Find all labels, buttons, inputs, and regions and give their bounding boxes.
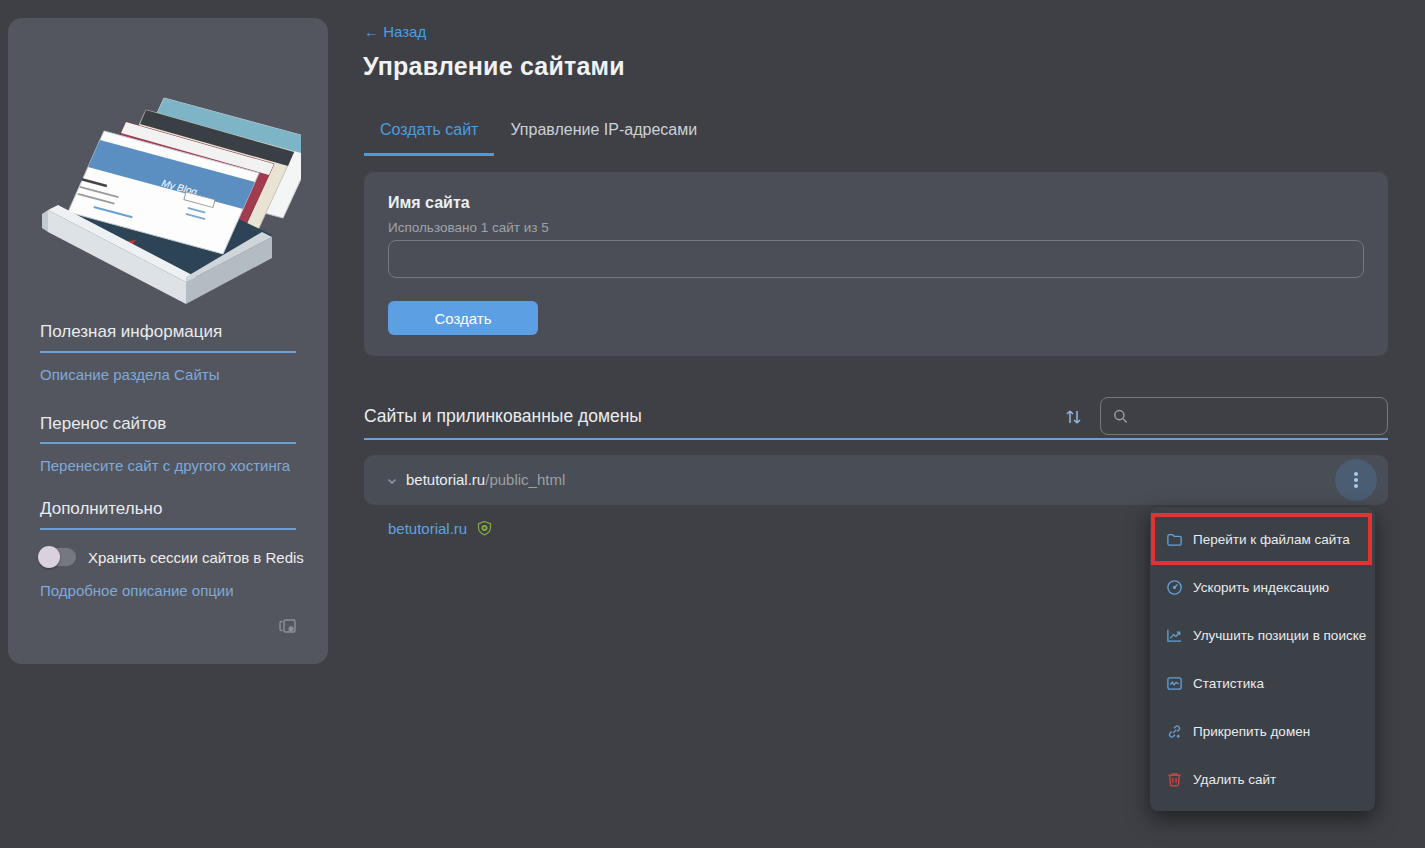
menu-item-attach-domain[interactable]: Прикрепить домен [1150, 707, 1375, 755]
divider [364, 438, 1388, 440]
search-input[interactable] [1136, 408, 1375, 425]
search-box[interactable] [1100, 397, 1388, 435]
site-actions-button[interactable] [1335, 459, 1377, 501]
linked-domain-row: betutorial.ru [388, 520, 493, 537]
link-plus-icon [1166, 723, 1183, 740]
sidebar-info-heading: Полезная информация [40, 322, 296, 342]
menu-item-delete-site[interactable]: Удалить сайт [1150, 755, 1375, 803]
ssl-shield-icon[interactable] [476, 520, 493, 537]
folder-icon [1166, 531, 1183, 548]
sort-icon[interactable] [1062, 405, 1086, 429]
chart-up-icon [1166, 627, 1183, 644]
redis-toggle[interactable] [40, 548, 76, 566]
search-icon [1113, 408, 1128, 425]
sidebar-extra-heading: Дополнительно [40, 499, 296, 519]
chevron-down-icon[interactable] [386, 473, 398, 491]
sidebar-info-link[interactable]: Описание раздела Сайты [40, 366, 219, 383]
create-button[interactable]: Создать [388, 301, 538, 335]
site-row[interactable]: betutorial.ru/public_html [364, 455, 1388, 505]
back-link[interactable]: ← Назад [364, 23, 426, 40]
domain-link[interactable]: betutorial.ru [388, 520, 467, 537]
tabs: Создать сайт Управление IP-адресами [364, 117, 713, 156]
divider [40, 528, 296, 530]
create-site-card: Имя сайта Использовано 1 сайт из 5 Созда… [364, 172, 1388, 356]
site-name-input[interactable] [388, 240, 1364, 278]
sites-section-heading: Сайты и прилинкованные домены [364, 406, 642, 427]
page-title: Управление сайтами [363, 52, 625, 81]
trash-icon [1166, 771, 1183, 788]
stats-icon [1166, 675, 1183, 692]
divider [40, 351, 296, 353]
divider [40, 442, 296, 444]
sidebar-transfer-heading: Перенос сайтов [40, 414, 296, 434]
menu-item-stats[interactable]: Статистика [1150, 659, 1375, 707]
site-name-label: Имя сайта [388, 194, 470, 212]
site-context-menu: Перейти к файлам сайта Ускорить индексац… [1150, 507, 1375, 811]
sidebar-redis-link[interactable]: Подробное описание опции [40, 582, 234, 599]
menu-item-indexing[interactable]: Ускорить индексацию [1150, 563, 1375, 611]
site-path-label: betutorial.ru/public_html [406, 471, 565, 488]
sidebar-transfer-link[interactable]: Перенесите сайт с другого хостинга [40, 457, 290, 474]
tab-create-site[interactable]: Создать сайт [364, 117, 494, 156]
tab-ip-management[interactable]: Управление IP-адресами [494, 117, 713, 156]
usage-note: Использовано 1 сайт из 5 [388, 220, 549, 235]
redis-toggle-label: Хранить сессии сайтов в Redis [88, 549, 304, 566]
panel-settings-icon[interactable] [278, 616, 298, 640]
sidebar-panel: My Blog Полезная информация Описание раз… [8, 18, 328, 664]
websites-rack-illustration: My Blog [36, 94, 301, 314]
menu-item-files[interactable]: Перейти к файлам сайта [1150, 515, 1375, 563]
menu-item-seo[interactable]: Улучшить позиции в поиске [1150, 611, 1375, 659]
gauge-icon [1166, 579, 1183, 596]
